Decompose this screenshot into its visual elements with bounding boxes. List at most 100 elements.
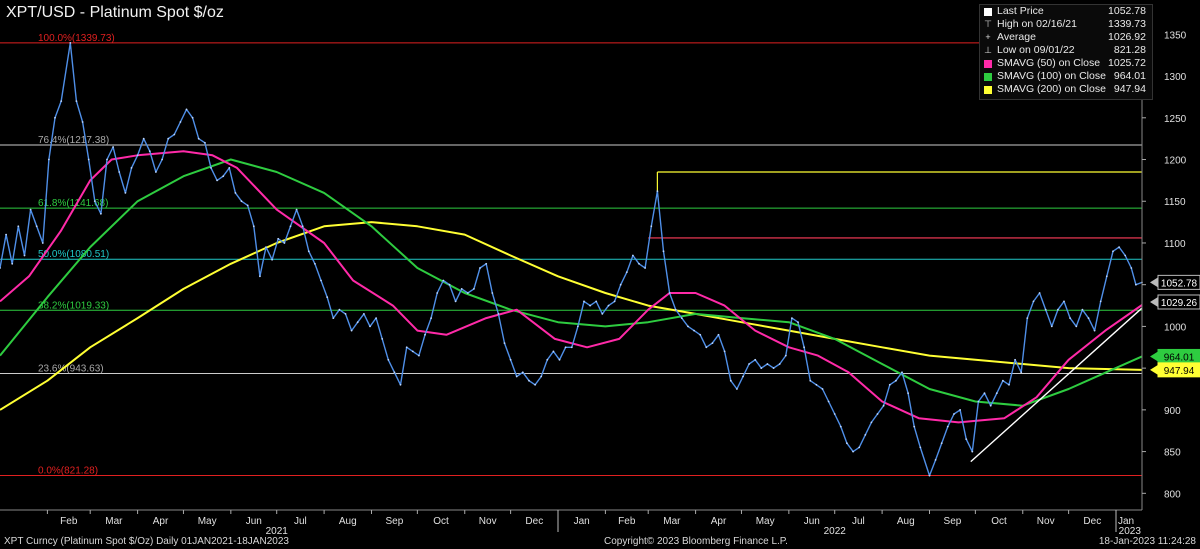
fib-level-label: 50.0%(1080.51): [38, 249, 109, 260]
price-point: [1099, 300, 1102, 303]
price-point: [436, 292, 439, 294]
x-tick-label: Dec: [525, 516, 543, 527]
price-point: [888, 383, 891, 386]
price-point: [1112, 250, 1114, 253]
price-point: [460, 288, 463, 290]
price-point: [381, 338, 384, 340]
price-point: [473, 288, 475, 290]
x-tick-label: Apr: [153, 516, 169, 527]
price-point: [295, 208, 298, 211]
price-point: [625, 271, 628, 274]
x-tick-label: Jun: [804, 516, 820, 527]
price-point: [503, 342, 506, 344]
fib-level-label: 0.0%(821.28): [38, 466, 98, 477]
y-tick-label: 1250: [1164, 114, 1187, 125]
price-point: [167, 137, 170, 140]
year-label: 2022: [824, 526, 847, 537]
price-point: [552, 350, 555, 353]
price-point: [564, 346, 567, 349]
price-point: [809, 379, 812, 382]
price-point: [521, 371, 524, 374]
price-point: [1020, 371, 1023, 374]
x-tick-label: Nov: [479, 516, 497, 527]
price-point: [411, 350, 414, 353]
price-point: [155, 171, 157, 173]
price-point: [754, 358, 757, 361]
price-point: [216, 179, 219, 182]
price-point: [797, 321, 799, 324]
price-point: [1124, 254, 1127, 257]
legend-label: Average: [997, 31, 1036, 43]
legend-swatch: [984, 85, 992, 94]
price-point: [93, 200, 96, 203]
value-label-pointer: [1150, 277, 1158, 288]
price-point: [118, 171, 121, 173]
price-point: [234, 192, 237, 194]
extra-levels: [648, 171, 1142, 239]
price-point: [252, 225, 255, 228]
price-point: [680, 317, 683, 319]
fib-level-label: 76.4%(1217.38): [38, 135, 109, 146]
price-point: [864, 434, 867, 436]
price-point: [928, 474, 931, 477]
price-point: [693, 329, 695, 332]
price-point: [106, 158, 108, 161]
price-point: [1038, 292, 1041, 294]
price-point: [265, 246, 267, 249]
price-point: [1081, 308, 1084, 311]
value-label-text: 947.94: [1164, 366, 1195, 377]
legend-value: 1052.78: [1108, 5, 1146, 17]
price-point: [989, 404, 992, 407]
price-point: [100, 212, 102, 215]
price-point: [833, 413, 836, 415]
legend-item: ⊤ High on 02/16/21 1339.73: [980, 18, 1152, 31]
price-point: [959, 409, 961, 411]
price-point: [1008, 383, 1010, 386]
legend-item: Last Price 1052.78: [980, 5, 1152, 18]
price-point: [583, 300, 585, 303]
price-point: [332, 317, 335, 319]
price-point: [1014, 358, 1016, 361]
price-point: [69, 42, 72, 44]
price-point: [1044, 308, 1047, 311]
price-point: [17, 225, 20, 228]
avg-marker-icon: +: [985, 32, 991, 42]
price-point: [650, 225, 653, 228]
x-tick-label: Mar: [663, 516, 681, 527]
price-point: [112, 146, 114, 148]
price-point: [369, 325, 371, 328]
price-point: [1026, 317, 1029, 319]
moving-average-line: [0, 158, 1143, 407]
price-point: [674, 308, 677, 311]
price-point: [913, 425, 916, 428]
price-point: [1075, 325, 1078, 328]
x-tick-label: May: [198, 516, 217, 527]
price-point: [320, 279, 322, 282]
price-point: [570, 346, 573, 349]
price-point: [1087, 317, 1090, 319]
price-point: [130, 167, 133, 169]
price-point: [995, 392, 998, 395]
value-label-pointer: [1150, 296, 1158, 307]
price-point: [971, 450, 974, 453]
price-point: [356, 321, 359, 324]
price-point: [307, 250, 310, 253]
fib-level-label: 100.0%(1339.73): [38, 33, 115, 44]
legend-swatch: [984, 72, 992, 81]
price-point: [595, 300, 598, 303]
price-point: [29, 208, 32, 211]
y-tick-label: 1200: [1164, 156, 1187, 167]
price-point: [161, 158, 164, 161]
x-tick-label: Aug: [897, 516, 915, 527]
price-point: [558, 358, 561, 361]
legend-item: SMAVG (200) on Close 947.94: [980, 83, 1152, 96]
price-point: [953, 413, 955, 415]
price-point: [619, 283, 622, 286]
price-point: [399, 383, 402, 386]
support-trendline: [970, 307, 1143, 463]
price-point: [173, 133, 176, 136]
price-point: [895, 379, 897, 382]
price-point: [852, 450, 854, 453]
price-point: [965, 438, 968, 440]
price-point: [821, 388, 824, 390]
